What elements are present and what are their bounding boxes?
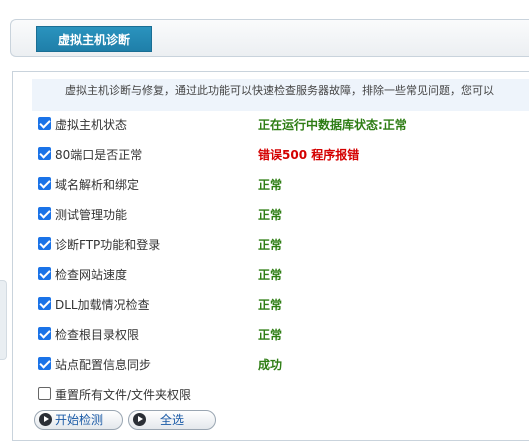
check-row: 测试管理功能 正常 [36,204,516,224]
check-row: 域名解析和绑定 正常 [36,174,516,194]
check-label: DLL加载情况检查 [55,298,150,312]
status-text: 正常 [258,268,283,282]
tab-host-diagnosis[interactable]: 虚拟主机诊断 [36,26,152,52]
check-label: 检查网站速度 [55,268,128,282]
play-icon [39,413,52,426]
status-text: 正在运行中数据库状态:正常 [258,118,407,132]
check-row: 站点配置信息同步 成功 [36,354,516,374]
status-text: 正常 [258,298,283,312]
checkbox[interactable] [38,147,51,160]
status-text: 成功 [258,358,283,372]
check-row: 重置所有文件/文件夹权限 [36,384,516,404]
status-text: 正常 [258,178,283,192]
status-text: 正常 [258,238,283,252]
checkbox[interactable] [38,267,51,280]
check-label: 检查根目录权限 [55,328,140,342]
checkbox[interactable] [38,177,51,190]
check-row: 诊断FTP功能和登录 正常 [36,234,516,254]
check-label: 重置所有文件/文件夹权限 [55,388,192,402]
check-row: 检查根目录权限 正常 [36,324,516,344]
checkbox[interactable] [38,237,51,250]
check-label: 80端口是否正常 [55,148,143,162]
check-label: 诊断FTP功能和登录 [55,238,161,252]
side-collapse-handle[interactable] [0,280,7,360]
play-icon [133,413,146,426]
start-check-button[interactable]: 开始检测 [34,410,123,430]
check-label: 测试管理功能 [55,208,128,222]
tab-bar: 虚拟主机诊断 [10,19,529,57]
checkbox[interactable] [38,387,51,400]
status-text: 正常 [258,328,283,342]
check-row: 虚拟主机状态 正在运行中数据库状态:正常 [36,114,516,134]
checkbox[interactable] [38,357,51,370]
check-label: 域名解析和绑定 [55,178,140,192]
status-text: 错误500 程序报错 [258,148,360,162]
check-label: 虚拟主机状态 [55,118,128,132]
check-label: 站点配置信息同步 [55,358,152,372]
select-all-button[interactable]: 全选 [128,410,216,430]
check-row: 80端口是否正常 错误500 程序报错 [36,144,516,164]
status-text: 正常 [258,208,283,222]
checkbox[interactable] [38,207,51,220]
description-text: 虚拟主机诊断与修复，通过此功能可以快速检查服务器故障，排除一些常见问题，您可以 [32,79,529,111]
checkbox[interactable] [38,117,51,130]
checkbox[interactable] [38,327,51,340]
check-row: 检查网站速度 正常 [36,264,516,284]
checkbox[interactable] [38,297,51,310]
check-row: DLL加载情况检查 正常 [36,294,516,314]
